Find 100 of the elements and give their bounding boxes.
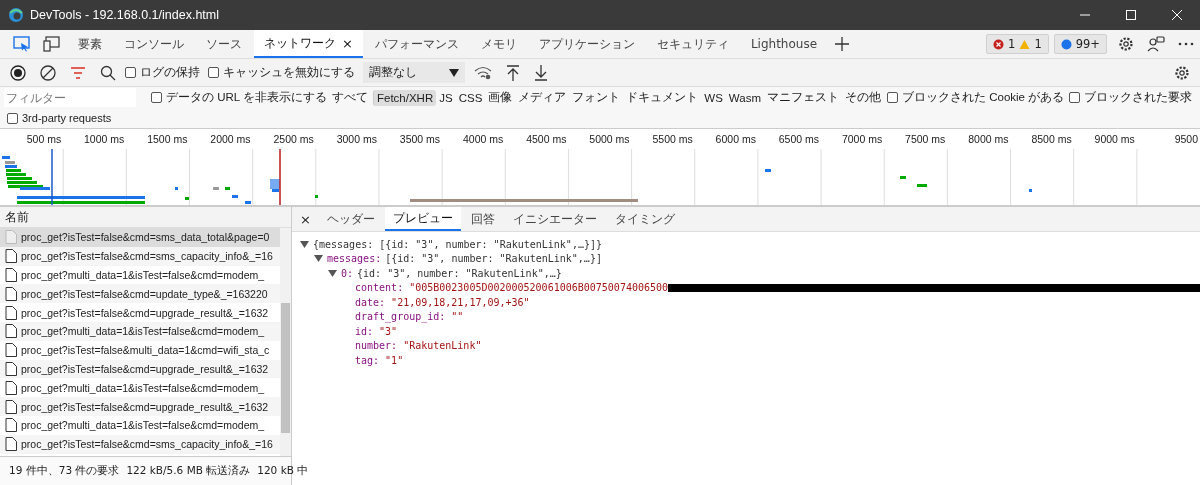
- request-row[interactable]: proc_get?isTest=false&cmd=upgrade_result&_=1632: [0, 397, 280, 416]
- document-icon: [5, 343, 17, 358]
- status-text: 120 kB 中: [257, 464, 309, 478]
- time-tick-label: 4000 ms: [461, 133, 505, 145]
- throttling-dropdown[interactable]: 調整なし: [363, 62, 465, 83]
- blocked-cookies-checkbox[interactable]: ブロックされた Cookie がある: [887, 90, 1065, 105]
- name-column-header[interactable]: 名前: [0, 207, 291, 228]
- settings-icon[interactable]: [1173, 63, 1191, 82]
- maximize-icon[interactable]: [1125, 9, 1137, 21]
- time-tick-label: 3500 ms: [398, 133, 442, 145]
- panel-tab[interactable]: パフォーマンス: [364, 30, 469, 58]
- scrollbar[interactable]: [280, 228, 291, 456]
- detail-tab[interactable]: プレビュー: [384, 207, 461, 231]
- document-icon: [5, 361, 17, 376]
- request-row[interactable]: proc_get?multi_data=1&isTest=false&cmd=modem_: [0, 378, 280, 398]
- request-row[interactable]: proc_get?multi_data=1&isTest=false&cmd=modem_: [0, 415, 280, 435]
- detail-tab[interactable]: タイミング: [606, 207, 683, 231]
- request-row[interactable]: proc_get?isTest=false&cmd=sms_data_total&page=0: [0, 228, 280, 247]
- third-party-checkbox[interactable]: 3rd-party requests: [7, 112, 112, 124]
- time-tick-label: 4500 ms: [525, 133, 568, 145]
- document-icon: [5, 268, 17, 282]
- request-row[interactable]: proc_get?isTest=false&cmd=upgrade_result&_=1632: [0, 303, 280, 322]
- more-icon[interactable]: [1177, 41, 1195, 47]
- messages-badge[interactable]: 99+: [1053, 34, 1107, 54]
- type-filter-button[interactable]: Fetch/XHR: [373, 89, 437, 106]
- close-icon[interactable]: [1171, 9, 1183, 21]
- search-icon[interactable]: [100, 64, 116, 81]
- people-icon[interactable]: [1147, 35, 1165, 53]
- panel-tab[interactable]: アプリケーション: [528, 30, 645, 58]
- close-button[interactable]: ×: [300, 211, 311, 227]
- panel-tab[interactable]: コンソール: [114, 30, 194, 58]
- hide-data-urls-checkbox[interactable]: データの URL を非表示にする: [151, 90, 327, 105]
- type-filter-button[interactable]: Wasm: [725, 89, 764, 106]
- disable-cache-checkbox[interactable]: キャッシュを無効にする: [208, 65, 355, 80]
- type-filter-button[interactable]: すべて: [329, 88, 371, 107]
- panel-tab[interactable]: 要素: [68, 30, 112, 58]
- type-filter-button[interactable]: CSS: [455, 89, 486, 106]
- preserve-log-checkbox[interactable]: ログの保持: [125, 65, 200, 80]
- type-filter-button[interactable]: ドキュメント: [623, 88, 702, 107]
- time-tick-label: 1000 ms: [83, 133, 126, 145]
- filter-field[interactable]: フィルター: [4, 88, 136, 107]
- property-value: {id: "3", number: "RakutenLink",…}: [357, 267, 562, 279]
- time-tick-label: 6500 ms: [777, 133, 821, 145]
- request-row[interactable]: proc_get?multi_data=1&isTest=false&cmd=modem_: [0, 265, 280, 285]
- detail-tab[interactable]: ヘッダー: [318, 207, 383, 231]
- clear-icon[interactable]: [40, 64, 56, 81]
- inspect-icon[interactable]: [13, 36, 31, 52]
- document-icon: [5, 418, 17, 433]
- panel-tab[interactable]: メモリ: [470, 30, 527, 58]
- request-row[interactable]: proc_get?isTest=false&multi_data=1&cmd=wifi_sta_c: [0, 340, 280, 360]
- message-count: 99+: [1075, 37, 1100, 51]
- property-value: "005B0023005D002000520061006B00750074006500: [409, 282, 669, 294]
- close-tab-button[interactable]: ×: [342, 35, 353, 51]
- record-icon[interactable]: [10, 64, 26, 81]
- type-filter-button[interactable]: マニフェスト: [764, 88, 842, 107]
- property-value: "RakutenLink": [403, 340, 482, 352]
- blocked-requests-checkbox[interactable]: ブロックされた要求: [1069, 90, 1193, 105]
- document-icon: [5, 399, 17, 414]
- status-text: 19 件中、73 件の要求: [9, 464, 120, 478]
- request-row[interactable]: proc_get?isTest=false&cmd=sms_capacity_info&_=16: [0, 434, 280, 454]
- time-tick-label: 8000 ms: [967, 133, 1010, 145]
- property-key: content:: [355, 282, 404, 294]
- type-filter-button[interactable]: その他: [842, 88, 884, 107]
- type-filter-button[interactable]: 画像: [485, 88, 516, 107]
- issues-badge[interactable]: 1 1: [986, 34, 1049, 54]
- download-icon[interactable]: [534, 64, 548, 81]
- error-count: 1: [1008, 37, 1016, 51]
- settings-icon[interactable]: [1117, 35, 1135, 53]
- browser-logo-icon: [8, 7, 24, 23]
- panel-tab[interactable]: ネットワーク ×: [254, 30, 363, 58]
- property-key: tag:: [355, 354, 380, 366]
- device-icon[interactable]: [43, 36, 61, 52]
- request-row[interactable]: proc_get?isTest=false&cmd=update_type&_=163220: [0, 284, 280, 304]
- property-key: messages:: [327, 253, 382, 265]
- request-row[interactable]: proc_get?multi_data=1&isTest=false&cmd=modem_: [0, 322, 280, 341]
- expand-toggle[interactable]: [328, 269, 337, 277]
- panel-tab[interactable]: Lighthouse: [740, 30, 828, 58]
- time-tick-label: 6000 ms: [714, 133, 757, 145]
- time-tick-label: 5000 ms: [588, 133, 631, 145]
- expand-toggle[interactable]: [314, 255, 323, 263]
- type-filter-button[interactable]: メディア: [515, 88, 570, 107]
- property-value: "3": [379, 325, 398, 337]
- plus-icon[interactable]: [834, 36, 851, 52]
- document-icon: [5, 286, 17, 301]
- type-filter-button[interactable]: フォント: [569, 88, 624, 107]
- document-icon: [5, 249, 17, 264]
- request-row[interactable]: proc_get?isTest=false&cmd=upgrade_result&_=1632: [0, 359, 280, 379]
- upload-icon[interactable]: [506, 64, 520, 81]
- type-filter-button[interactable]: JS: [436, 89, 456, 106]
- time-tick-label: 9500: [1173, 133, 1199, 145]
- time-tick-label: 7500 ms: [904, 133, 947, 145]
- panel-tab[interactable]: ソース: [196, 30, 252, 58]
- document-icon: [5, 324, 17, 339]
- detail-tab[interactable]: 回答: [462, 207, 503, 231]
- panel-tab[interactable]: セキュリティ: [646, 30, 739, 58]
- expand-toggle[interactable]: [300, 240, 309, 248]
- detail-tab[interactable]: イニシエーター: [504, 207, 605, 231]
- filter-icon[interactable]: [70, 65, 86, 80]
- type-filter-button[interactable]: WS: [701, 89, 726, 106]
- wifi-gear-icon[interactable]: [474, 65, 492, 80]
